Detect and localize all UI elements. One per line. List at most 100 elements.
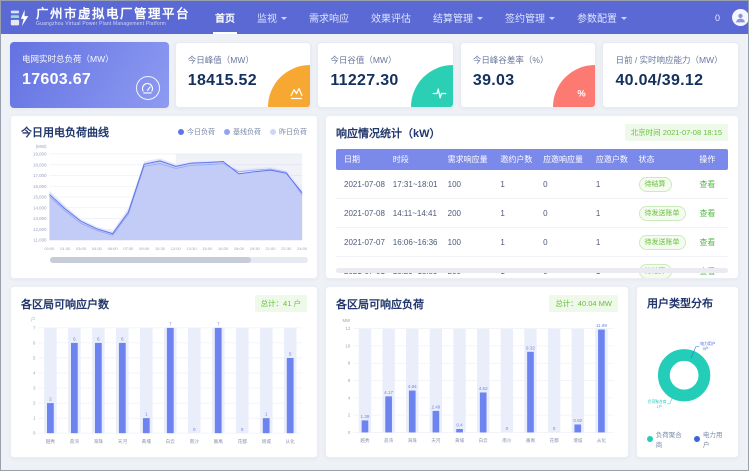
svg-text:07:30: 07:30 — [123, 246, 134, 251]
app-title: 广州市虚拟电厂管理平台 — [36, 8, 190, 21]
nav-item-settlement-management[interactable]: 结算管理 — [422, 1, 494, 34]
category-label: 从化 — [286, 438, 296, 445]
bar-background — [140, 328, 153, 433]
category-label: 黄埔 — [455, 437, 465, 444]
kpi-card-peak-valley-rate: 今日峰谷差率（%）39.03% — [460, 42, 597, 108]
load-curve-panel: 今日用电负荷曲线 今日负荷基线负荷昨日负荷 11,00012,00013,000… — [10, 115, 318, 279]
category-label: 番禺 — [214, 438, 224, 445]
bar — [598, 330, 605, 433]
svg-text:18,000: 18,000 — [33, 162, 47, 167]
table-cell-action: 查看 — [695, 199, 728, 228]
bar — [385, 396, 392, 432]
category-label: 南沙 — [502, 437, 512, 443]
category-label: 南沙 — [190, 438, 200, 444]
svg-text:18:00: 18:00 — [234, 246, 245, 251]
bar-value-label: 4.84 — [408, 384, 417, 389]
legend-item-基线负荷[interactable]: 基线负荷 — [224, 127, 261, 137]
view-link[interactable]: 查看 — [699, 209, 715, 218]
table-cell: 16:06~16:36 — [389, 228, 444, 257]
bar-value-label: 2 — [49, 397, 52, 402]
nav-item-parameter-config[interactable]: 参数配置 — [566, 1, 638, 34]
svg-text:12:00: 12:00 — [171, 246, 182, 251]
bar-value-label: 9.32 — [526, 345, 535, 350]
table-column-header: 状态 — [635, 149, 696, 170]
status-badge: 待结算 — [639, 177, 672, 192]
bar-background — [501, 329, 513, 433]
svg-text:13:30: 13:30 — [187, 246, 198, 251]
district-users-total-badge: 总计：41 户 — [255, 295, 307, 312]
table-column-header: 应邀户数 — [592, 149, 635, 170]
bar-background — [572, 329, 584, 433]
category-label: 荔湾 — [70, 438, 80, 445]
category-label: 荔湾 — [384, 437, 394, 444]
table-cell: 2021-07-08 — [336, 199, 389, 228]
category-label: 花都 — [550, 437, 560, 444]
district-users-chart: 01234567户2越秀6荔湾6海珠6天河1黄埔7白云0南沙7番禺0花都1增城5… — [21, 312, 307, 450]
table-cell: 1 — [496, 170, 539, 199]
nav-item-contract-management[interactable]: 签约管理 — [494, 1, 566, 34]
percent-icon: % — [574, 86, 589, 101]
svg-text:4: 4 — [348, 395, 351, 400]
svg-text:%: % — [578, 89, 587, 99]
user-type-legend: 负荷聚合商电力用户 — [647, 429, 728, 449]
svg-text:10: 10 — [345, 343, 350, 348]
nav-item-label: 参数配置 — [577, 10, 617, 25]
view-link[interactable]: 查看 — [699, 238, 715, 247]
bar-value-label: 1.39 — [361, 414, 370, 419]
svg-text:10:30: 10:30 — [155, 246, 166, 251]
table-cell: 1 — [592, 170, 635, 199]
legend-item-电力用户[interactable]: 电力用户 — [694, 429, 728, 449]
nav-item-demand-response[interactable]: 需求响应 — [298, 1, 360, 34]
svg-text:0: 0 — [33, 431, 36, 436]
header-right: 0 — [715, 9, 740, 26]
bar-value-label: 6 — [97, 336, 100, 341]
table-cell-action: 查看 — [695, 228, 728, 257]
load-curve-legend: 今日负荷基线负荷昨日负荷 — [178, 127, 307, 137]
bar-background — [453, 329, 465, 433]
logo: 广州市虚拟电厂管理平台 Guangzhou Virtual Power Plan… — [9, 7, 190, 29]
svg-text:6: 6 — [33, 340, 36, 345]
chart-zoom-selection[interactable] — [50, 257, 251, 263]
district-load-panel: 各区局可响应负荷 总计：40.04 MW 024681012MW1.39越秀4.… — [325, 286, 629, 458]
bar-value-label: 1 — [265, 412, 268, 417]
donut-slice-负荷聚合商 — [664, 355, 705, 396]
svg-text:04:30: 04:30 — [92, 246, 103, 251]
bar — [263, 418, 270, 433]
bar-value-label: 0 — [553, 426, 556, 431]
nav-item-monitoring[interactable]: 监视 — [246, 1, 298, 34]
district-users-panel: 各区局可响应户数 总计：41 户 01234567户2越秀6荔湾6海珠6天河1黄… — [10, 286, 318, 458]
chart-zoom-scrollbar[interactable] — [50, 257, 308, 263]
user-avatar[interactable] — [732, 9, 749, 26]
svg-text:2: 2 — [33, 401, 36, 406]
bar-value-label: 0.4 — [456, 423, 463, 428]
svg-text:1: 1 — [33, 416, 36, 421]
category-label: 花都 — [238, 438, 248, 445]
table-row: 2021-07-0814:11~14:41200101待发送账单查看 — [336, 199, 728, 228]
bar-value-label: 4.62 — [479, 386, 488, 391]
response-table: 日期时段需求响应量邀约户数应邀响应量应邀户数状态操作 2021-07-0817:… — [336, 149, 728, 279]
bar — [456, 429, 463, 432]
nav-item-home[interactable]: 首页 — [204, 1, 246, 34]
table-cell-status: 待结算 — [635, 170, 696, 199]
bar-value-label: 4.17 — [384, 390, 393, 395]
view-link[interactable]: 查看 — [699, 180, 715, 189]
legend-item-今日负荷[interactable]: 今日负荷 — [178, 127, 215, 137]
legend-dot-icon — [694, 436, 700, 442]
kpi-label: 今日峰值（MW） — [188, 54, 311, 66]
notification-count[interactable]: 0 — [715, 13, 720, 23]
table-column-header: 应邀响应量 — [539, 149, 592, 170]
legend-dot-icon — [224, 129, 230, 135]
table-cell: 1 — [592, 199, 635, 228]
chevron-down-icon — [281, 17, 287, 20]
user-type-donut-chart: 电力用户0户负荷聚合商1户 — [647, 315, 728, 427]
svg-text:12,000: 12,000 — [33, 227, 47, 232]
legend-item-昨日负荷[interactable]: 昨日负荷 — [270, 127, 307, 137]
table-scrollbar[interactable] — [336, 268, 728, 273]
bar — [527, 352, 534, 433]
load-curve-chart: 11,00012,00013,00014,00015,00016,00017,0… — [21, 142, 307, 254]
app-subtitle: Guangzhou Virtual Power Plant Management… — [36, 21, 190, 27]
kpi-row: 电网实时总负荷（MW）17603.67今日峰值（MW）18415.52今日谷值（… — [10, 42, 739, 108]
legend-item-负荷聚合商[interactable]: 负荷聚合商 — [647, 429, 687, 449]
nav-item-effect-evaluation[interactable]: 效果评估 — [360, 1, 422, 34]
bar — [574, 424, 581, 432]
